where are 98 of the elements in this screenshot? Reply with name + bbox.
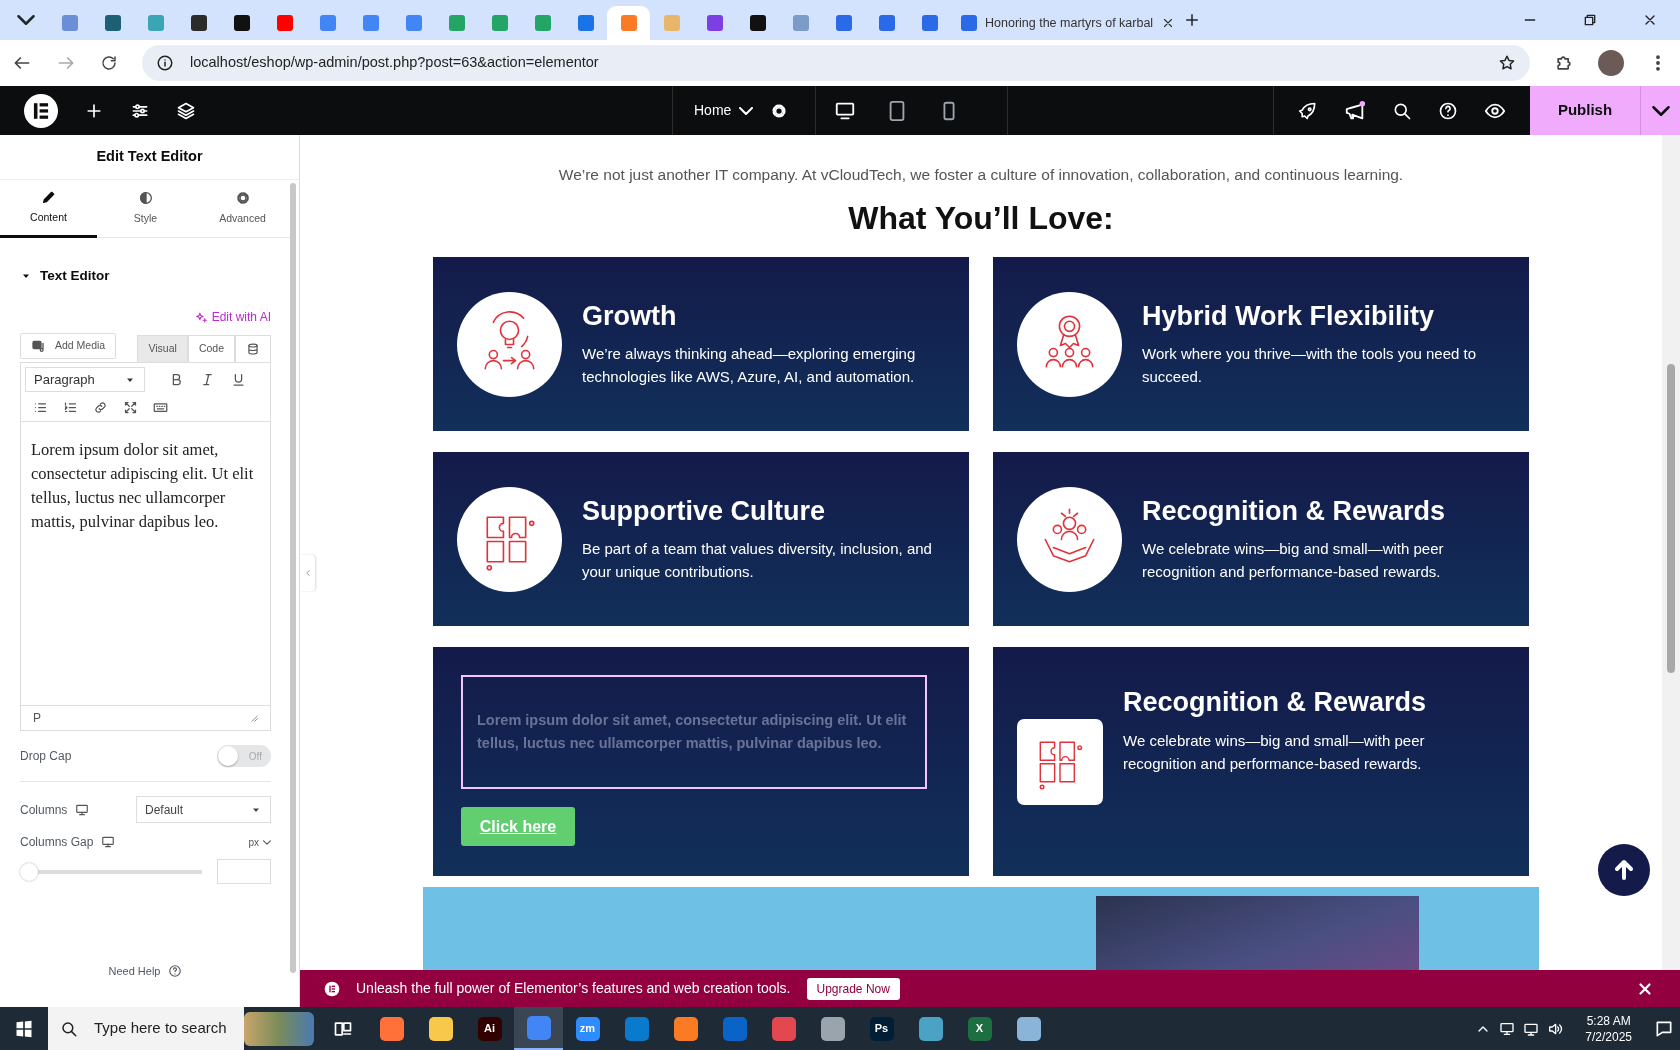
card-title: Recognition & Rewards	[1142, 495, 1447, 528]
scrollbar[interactable]	[290, 183, 296, 973]
card-text: We’re always thinking ahead—exploring emerging technologies like AWS, Azure, AI, and automation.	[582, 344, 917, 388]
link-icon[interactable]	[93, 400, 108, 416]
text-editor-content[interactable]: Lorem ipsum dolor sit amet, consectetur adipiscing elit. Ut elit tellus, luctus nec ullamcorper mattis, pulvinar dapibus leo.	[21, 421, 270, 706]
taskbar-app[interactable]: X	[955, 1007, 1004, 1050]
page-dropdown[interactable]: Home	[693, 99, 755, 122]
info-icon	[156, 54, 174, 72]
reload-icon[interactable]	[100, 54, 118, 72]
number-input[interactable]	[217, 859, 271, 885]
card-text: We celebrate wins—big and small—with peer recognition and performance-based rewards.	[1123, 730, 1426, 774]
card-text: We celebrate wins—big and small—with peer recognition and performance-based rewards.	[1142, 539, 1445, 583]
edit-with-ai-link[interactable]: Edit with AI	[194, 308, 271, 327]
scroll-to-top-button[interactable]	[1598, 844, 1650, 896]
taskbar-search-field[interactable]: Type here to search	[48, 1007, 244, 1050]
format-select[interactable]: Paragraph	[25, 367, 145, 393]
add-media-button[interactable]: Add Media	[20, 333, 117, 360]
help-icon	[168, 963, 183, 978]
clock-time[interactable]: 5:28 AM	[1585, 1012, 1632, 1029]
app-icon: Ps	[869, 1016, 894, 1041]
avatar[interactable]	[1598, 50, 1624, 76]
star-icon[interactable]	[1498, 54, 1516, 72]
card-text: Work where you thrive—with the tools you need to succeed.	[1142, 344, 1478, 388]
card-title: Hybrid Work Flexibility	[1142, 300, 1436, 333]
columns-select[interactable]: Default	[136, 796, 271, 824]
element-path: P	[33, 710, 41, 728]
taskbar-app[interactable]	[514, 1007, 563, 1050]
settings-icon[interactable]	[770, 101, 789, 120]
restore-icon[interactable]	[1582, 12, 1598, 28]
promo-text: Unleash the full power of Elementor’s features and web creation tools.	[356, 979, 791, 998]
need-help-link[interactable]: Need Help	[108, 962, 183, 979]
widget-weather-image[interactable]	[244, 1011, 314, 1046]
unit-dropdown[interactable]: px	[248, 834, 271, 850]
collapse-panel-handle[interactable]	[300, 555, 315, 591]
puzzle-icon	[457, 486, 562, 592]
lightbulb-team-icon	[457, 291, 562, 397]
megaphone-icon[interactable]	[1344, 99, 1366, 122]
address-bar[interactable]: localhost/eshop/wp-admin/post.php?post=63&action=elementor	[142, 45, 1530, 81]
desktop-icon[interactable]	[75, 802, 90, 817]
card-title: Growth	[582, 300, 678, 333]
editor-mode-tab[interactable]: Code	[187, 335, 235, 363]
award-team-icon	[1017, 291, 1122, 397]
card-text: Be part of a team that values diversity, inclusion, and your unique contributions.	[582, 539, 932, 583]
slider-thumb[interactable]	[20, 862, 38, 881]
section-heading: What You’ll Love:	[848, 199, 1114, 239]
editor-mode-tab[interactable]: Visual	[137, 335, 188, 363]
taskbar-app[interactable]: Ps	[857, 1007, 906, 1050]
clock-date[interactable]: 7/2/2025	[1585, 1028, 1632, 1045]
scrollbar[interactable]	[1662, 135, 1680, 970]
hands-team-icon	[1017, 486, 1122, 592]
app-icon: Ai	[477, 1016, 502, 1041]
resize-handle-icon[interactable]	[250, 714, 258, 723]
monitor-icon[interactable]	[1499, 1020, 1516, 1037]
new-tab-icon[interactable]	[1183, 11, 1201, 29]
media-icon	[31, 338, 47, 355]
app-icon: X	[967, 1016, 992, 1041]
extensions-icon[interactable]	[1554, 53, 1574, 73]
chevron-down-icon	[739, 106, 754, 115]
tab-title: Honoring the martyrs of karbal	[985, 14, 1154, 32]
windows-start-icon[interactable]	[14, 1018, 34, 1039]
panel-title: Edit Text Editor	[0, 135, 299, 180]
field-label: Columns	[20, 801, 68, 819]
layers-icon[interactable]	[176, 100, 196, 121]
sparkle-icon	[194, 310, 208, 324]
publish-options-button[interactable]	[1640, 86, 1680, 135]
card-title: Supportive Culture	[582, 495, 826, 528]
rocket-icon[interactable]	[1298, 100, 1318, 121]
field-label: Columns Gap	[20, 834, 94, 852]
tab-list-icon[interactable]	[17, 15, 35, 25]
fullscreen-icon[interactable]	[123, 400, 138, 416]
publish-button[interactable]: Publish	[1530, 86, 1640, 135]
chevron-down-icon	[263, 839, 271, 845]
gear-icon	[234, 190, 251, 207]
puzzle-icon	[1017, 718, 1103, 805]
italic-icon[interactable]	[200, 372, 215, 388]
url-text: localhost/eshop/wp-admin/post.php?post=63&action=elementor	[190, 53, 599, 73]
card-title: Recognition & Rewards	[1123, 686, 1428, 719]
taskbar-app[interactable]: Ai	[465, 1007, 514, 1050]
app-icon: zm	[575, 1016, 600, 1041]
field-label: Drop Cap	[20, 748, 72, 766]
underline-icon[interactable]	[231, 372, 246, 388]
panel-tab[interactable]: Content	[0, 180, 97, 238]
upgrade-now-button[interactable]: Upgrade Now	[806, 977, 900, 1000]
section-header[interactable]: Text Editor	[20, 266, 271, 287]
browser-tab[interactable]: Honoring the martyrs of karbal	[951, 6, 1171, 40]
elementor-logo-icon	[324, 980, 340, 997]
panel-tab[interactable]: Style	[97, 180, 194, 238]
pencil-icon	[40, 189, 57, 206]
intro-text: We’re not just another IT company. At vCloudTech, we foster a culture of innovation, collaboration, and continuous learning.	[558, 165, 1404, 185]
elementor-logo-icon[interactable]	[24, 93, 58, 128]
scrollbar-thumb[interactable]	[1667, 364, 1675, 673]
toolbar-toggle-icon[interactable]	[246, 342, 260, 357]
desktop-icon[interactable]	[101, 835, 116, 850]
contrast-icon	[137, 190, 154, 207]
arrow-up-icon	[1612, 858, 1636, 882]
chevron-down-icon	[1651, 105, 1670, 116]
help-icon[interactable]	[1438, 100, 1458, 121]
search-icon	[60, 1019, 78, 1038]
